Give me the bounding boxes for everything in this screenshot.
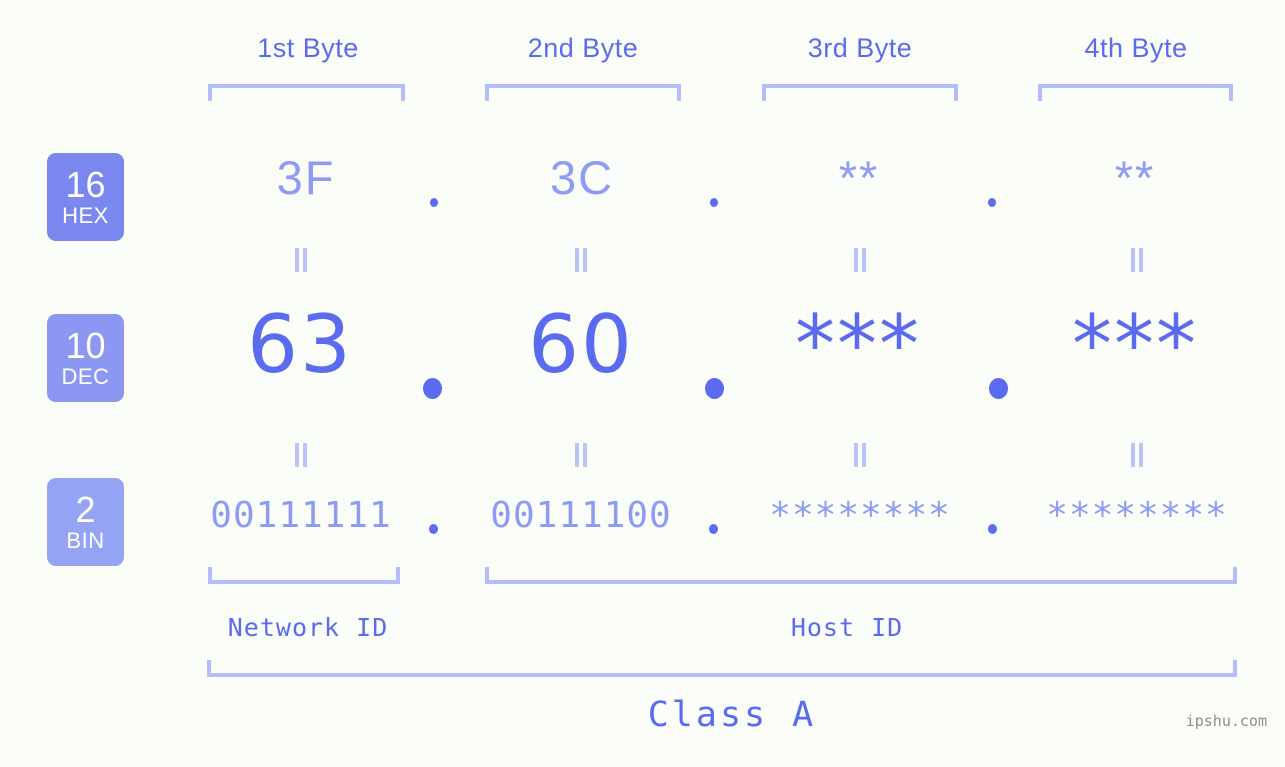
equals-marker-hex-dec-4 (1128, 248, 1146, 272)
equals-marker-hex-dec-1 (292, 248, 310, 272)
hex-separator-dot-3 (988, 198, 996, 207)
hex-separator-dot-1 (430, 198, 438, 207)
byte-bracket-top-1 (208, 84, 405, 101)
equals-marker-dec-bin-2 (572, 443, 590, 467)
dec-separator-dot-2 (705, 378, 724, 399)
byte-bracket-top-4 (1038, 84, 1233, 101)
byte-header-label-2: 2nd Byte (527, 33, 639, 63)
dec-byte-value-2: 60 (528, 298, 634, 391)
bin-separator-dot-2 (709, 524, 718, 534)
hex-separator-dot-2 (710, 198, 718, 207)
host-id-bracket (485, 567, 1237, 584)
equals-marker-hex-dec-2 (572, 248, 590, 272)
radix-badge-bin-abbr: BIN (66, 528, 105, 553)
dec-separator-dot-1 (423, 378, 442, 399)
class-label: Class A (647, 695, 817, 735)
equals-marker-dec-bin-1 (292, 443, 310, 467)
radix-badge-dec-abbr: DEC (61, 364, 110, 389)
hex-byte-value-2: 3C (549, 151, 615, 204)
hex-byte-value-1: 3F (276, 151, 336, 204)
dec-separator-dot-3 (989, 378, 1008, 399)
bin-byte-value-4: ******** (1046, 495, 1228, 536)
equals-marker-dec-bin-4 (1128, 443, 1146, 467)
network-id-bracket (208, 567, 400, 584)
dec-byte-value-4: *** (1072, 298, 1198, 391)
host-id-label: Host ID (790, 613, 904, 642)
radix-badge-dec-number: 10 (65, 325, 106, 366)
byte-header-label-3: 3rd Byte (807, 33, 913, 63)
equals-marker-hex-dec-3 (851, 248, 869, 272)
radix-badge-bin: 2 BIN (47, 478, 124, 566)
hex-byte-value-3: ** (838, 151, 880, 204)
bin-byte-value-3: ******** (769, 495, 951, 536)
byte-bracket-top-3 (762, 84, 958, 101)
radix-badge-hex: 16 HEX (47, 153, 124, 241)
bin-separator-dot-1 (429, 524, 438, 534)
radix-badge-dec: 10 DEC (47, 314, 124, 402)
byte-bracket-top-2 (485, 84, 681, 101)
hex-byte-value-4: ** (1114, 151, 1156, 204)
class-bracket (207, 660, 1237, 677)
dec-byte-value-3: *** (795, 298, 921, 391)
network-id-label: Network ID (227, 613, 389, 642)
ip-address-breakdown-diagram: 1st Byte 2nd Byte 3rd Byte 4th Byte 16 H… (0, 0, 1285, 767)
radix-badge-hex-number: 16 (65, 164, 106, 205)
radix-badge-bin-number: 2 (75, 489, 96, 530)
bin-separator-dot-3 (988, 524, 997, 534)
byte-header-label-4: 4th Byte (1084, 33, 1188, 63)
dec-byte-value-1: 63 (247, 298, 353, 391)
site-watermark: ipshu.com (1185, 712, 1267, 730)
bin-byte-value-2: 00111100 (490, 495, 672, 536)
byte-header-label-1: 1st Byte (257, 33, 359, 63)
bin-byte-value-1: 00111111 (210, 495, 392, 536)
radix-badge-hex-abbr: HEX (62, 203, 109, 228)
equals-marker-dec-bin-3 (851, 443, 869, 467)
